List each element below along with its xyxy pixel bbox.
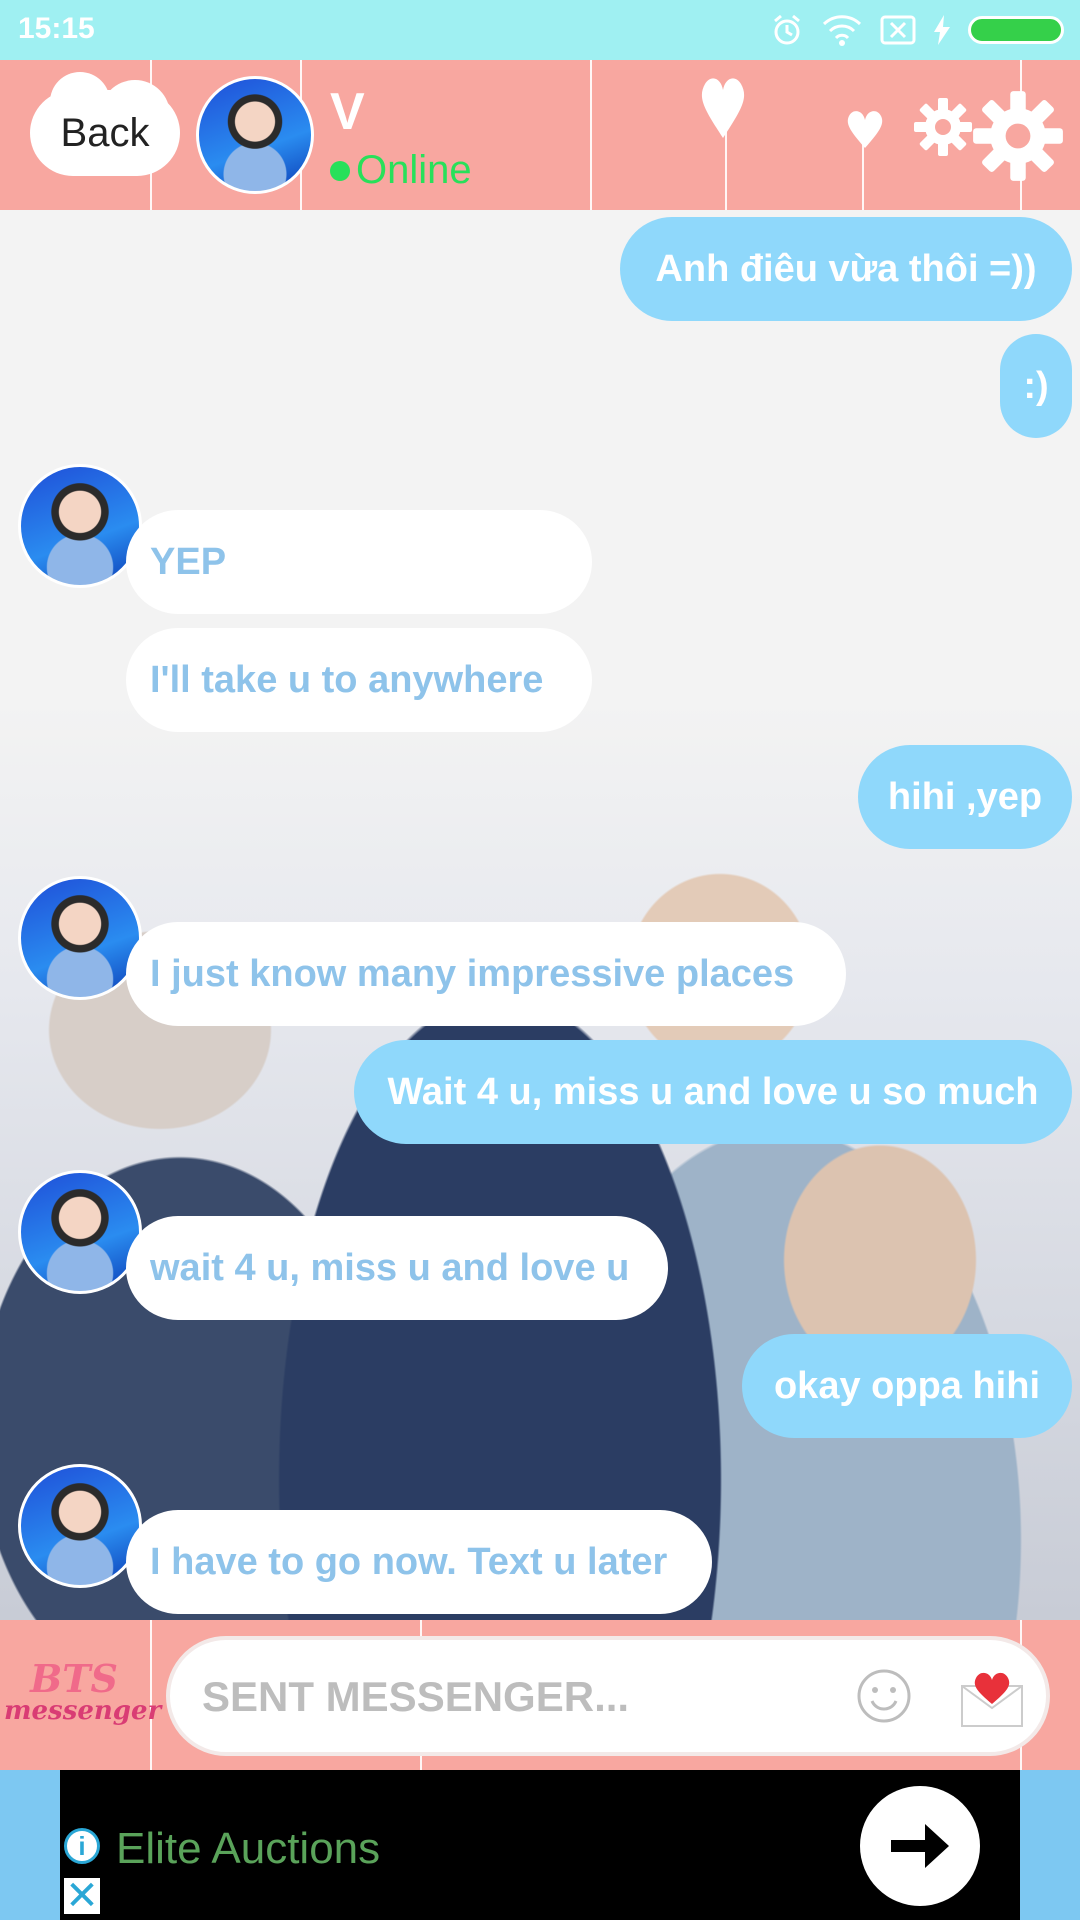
decor-stem	[590, 60, 592, 210]
battery-icon	[968, 16, 1064, 44]
contact-avatar[interactable]	[196, 76, 314, 194]
contact-avatar-small[interactable]	[18, 876, 142, 1000]
message-incoming[interactable]: I'll take u to anywhere	[126, 628, 592, 732]
message-outgoing[interactable]: :)	[1000, 334, 1072, 438]
alarm-icon	[774, 14, 800, 45]
gear-icon[interactable]	[912, 96, 974, 158]
ad-title[interactable]: Elite Auctions	[116, 1824, 380, 1874]
message-incoming[interactable]: I have to go now. Text u later	[126, 1510, 712, 1614]
online-dot-icon	[330, 160, 350, 181]
contact-name: V	[330, 83, 365, 141]
logo-line1: BTS	[30, 1656, 118, 1701]
message-outgoing[interactable]: hihi ,yep	[858, 745, 1072, 849]
logo-line2: messenger	[4, 1696, 162, 1726]
online-status-label: Online	[356, 148, 472, 192]
message-input[interactable]	[200, 1666, 844, 1728]
message-incoming[interactable]: I just know many impressive places	[126, 922, 846, 1026]
message-incoming[interactable]: YEP	[126, 510, 592, 614]
message-outgoing[interactable]: Wait 4 u, miss u and love u so much	[354, 1040, 1072, 1144]
ad-arrow-button[interactable]	[860, 1786, 980, 1906]
contact-avatar-small[interactable]	[18, 464, 142, 588]
message-outgoing[interactable]: okay oppa hihi	[742, 1334, 1072, 1438]
message-incoming[interactable]: wait 4 u, miss u and love u	[126, 1216, 668, 1320]
status-icons	[770, 10, 1064, 50]
ad-content[interactable]: i ✕ Elite Auctions	[60, 1770, 1020, 1920]
ad-info-icon[interactable]: i	[64, 1828, 100, 1864]
input-bar: BTS messenger	[0, 1620, 1080, 1770]
message-input-container[interactable]	[166, 1636, 1050, 1756]
bts-messenger-logo: BTS messenger	[4, 1656, 162, 1750]
ad-banner[interactable]: i ✕ Elite Auctions	[0, 1770, 1080, 1920]
arrow-right-icon	[891, 1824, 949, 1868]
gear-large-icon[interactable]	[970, 88, 1066, 184]
contact-avatar-small[interactable]	[18, 1464, 142, 1588]
message-outgoing[interactable]: Anh điêu vừa thôi =))	[620, 217, 1072, 321]
decor-stem	[150, 1620, 152, 1770]
chat-header: Back V Online	[0, 60, 1080, 210]
wifi-icon	[822, 15, 862, 46]
chat-area[interactable]: Anh điêu vừa thôi =)) :) YEP I'll take u…	[0, 210, 1080, 1620]
status-time: 15:15	[18, 12, 95, 45]
contact-avatar-small[interactable]	[18, 1170, 142, 1294]
ad-close-icon[interactable]: ✕	[64, 1876, 100, 1916]
heart-icon	[847, 111, 883, 148]
online-status: Online	[330, 148, 472, 193]
smile-icon[interactable]	[856, 1668, 912, 1724]
no-sim-icon	[880, 15, 916, 45]
charging-icon	[934, 15, 950, 45]
back-label[interactable]: Back	[30, 72, 180, 176]
status-bar: 15:15	[0, 0, 1080, 60]
love-letter-icon[interactable]	[960, 1664, 1024, 1728]
heart-leaf-icon	[701, 78, 745, 138]
